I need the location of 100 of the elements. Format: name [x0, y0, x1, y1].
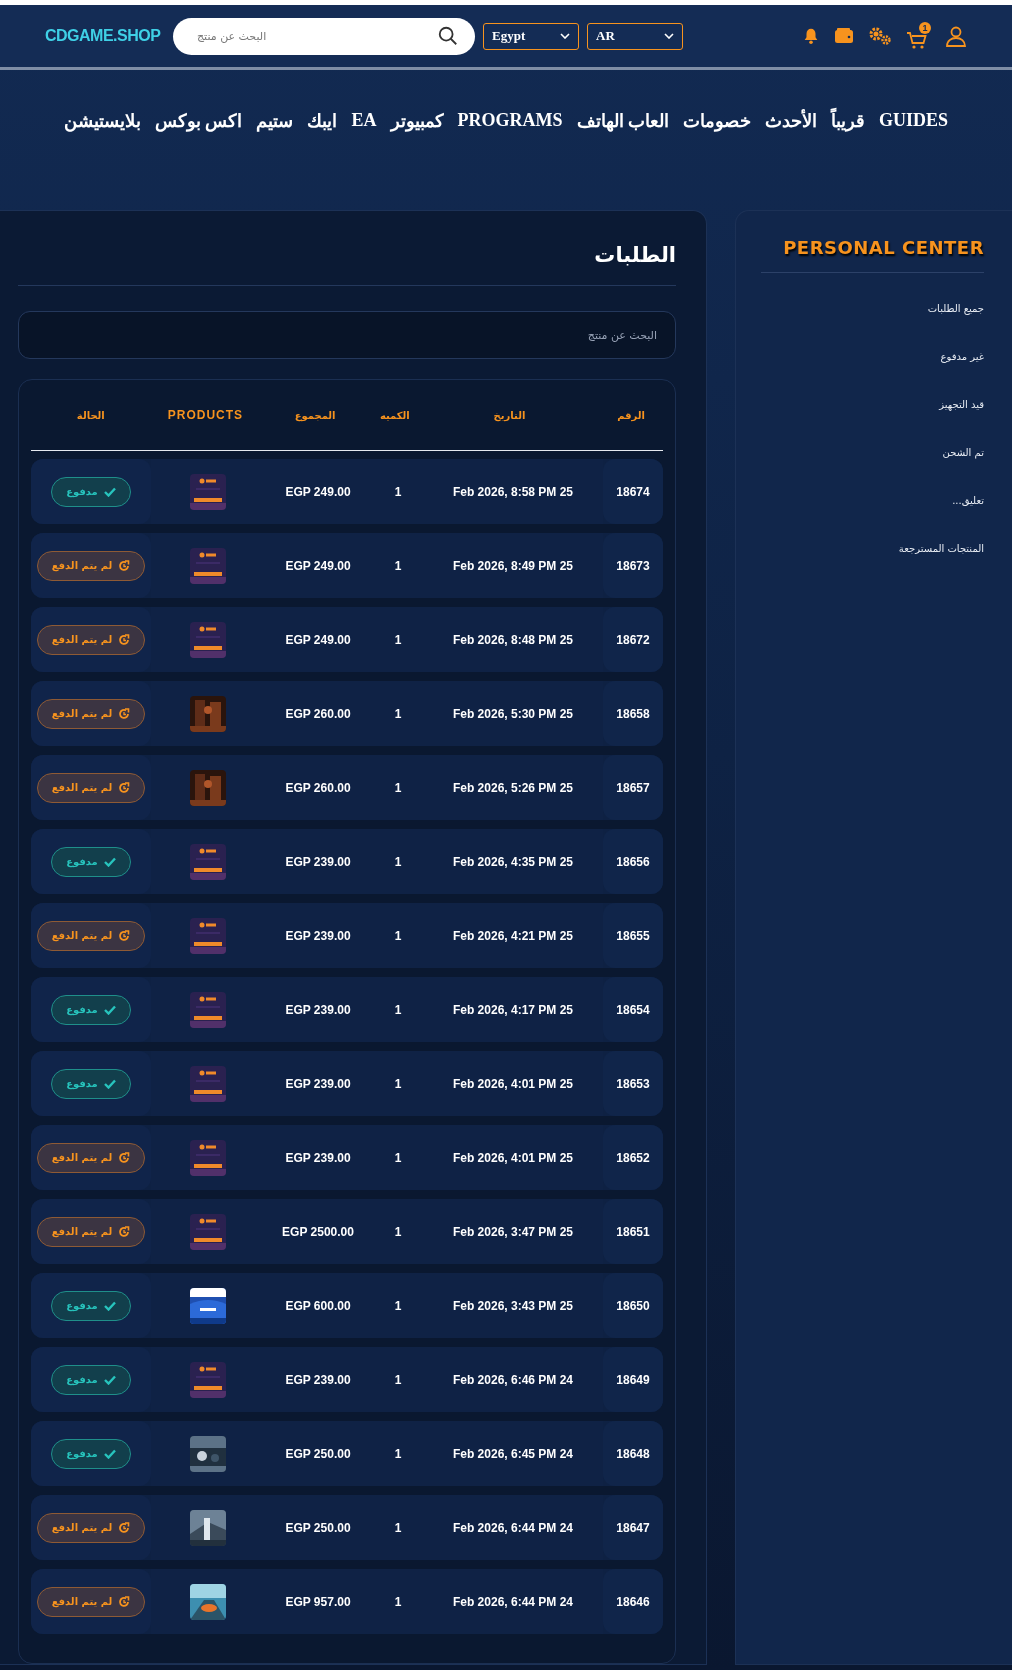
order-quantity: 1 — [393, 853, 403, 871]
order-total: EGP 250.00 — [284, 1445, 352, 1463]
refresh-icon — [118, 633, 131, 646]
column-header: التاريخ — [492, 409, 527, 421]
user-icon[interactable] — [945, 25, 967, 47]
order-date: Feb 2026, 4:21 PM 25 — [451, 927, 575, 945]
check-icon — [103, 1300, 116, 1311]
order-total: EGP 249.00 — [284, 557, 352, 575]
search-field[interactable]: البحث عن منتج — [173, 17, 475, 55]
order-number: 18647 — [603, 1495, 663, 1560]
order-date: Feb 2026, 5:30 PM 25 — [451, 705, 575, 723]
status-badge: لم يتم الدفع — [36, 624, 146, 655]
order-quantity: 1 — [393, 557, 403, 575]
status-badge: لم يتم الدفع — [36, 1142, 146, 1173]
order-total: EGP 260.00 — [284, 705, 352, 723]
logo[interactable]: CDGAME.SHOP — [45, 27, 163, 45]
order-total: EGP 249.00 — [284, 631, 352, 649]
nav-link[interactable]: خصومات — [683, 110, 751, 132]
cart-button[interactable]: 1 — [906, 21, 931, 51]
order-date: Feb 2026, 8:48 PM 25 — [451, 631, 575, 649]
nav-link[interactable]: بلايستيشن — [64, 110, 141, 132]
page-title: الطلبات — [18, 211, 676, 286]
order-number: 18653 — [603, 1051, 663, 1116]
status-badge: مدفوع — [51, 1068, 131, 1099]
nav-link[interactable]: ايبك — [307, 110, 338, 132]
order-quantity: 1 — [393, 927, 403, 945]
refresh-icon — [118, 559, 131, 572]
bell-icon[interactable] — [802, 27, 820, 45]
order-number: 18673 — [603, 533, 663, 598]
status-badge: لم يتم الدفع — [36, 1586, 146, 1617]
sidebar-link[interactable]: جميع الطلبات — [927, 303, 984, 315]
check-icon — [103, 856, 116, 867]
nav-link[interactable]: قريباً — [831, 110, 865, 132]
order-number: 18657 — [603, 755, 663, 820]
nav-link[interactable]: ستيم — [256, 110, 294, 132]
status-badge: لم يتم الدفع — [36, 550, 146, 581]
order-total: EGP 600.00 — [284, 1297, 352, 1315]
order-total: EGP 239.00 — [284, 1371, 352, 1389]
sidebar-link[interactable]: تم الشحن — [942, 447, 984, 459]
order-number: 18654 — [603, 977, 663, 1042]
status-badge: لم يتم الدفع — [36, 920, 146, 951]
order-date: Feb 2026, 4:17 PM 25 — [451, 1001, 575, 1019]
nav-link[interactable]: الأحدث — [765, 110, 817, 132]
chevron-icon — [560, 33, 570, 39]
refresh-icon — [118, 1595, 131, 1608]
sidebar-link[interactable]: المنتجات المسترجعة — [898, 543, 984, 555]
order-total: EGP 239.00 — [284, 927, 352, 945]
country-select[interactable]: Egypt — [483, 22, 579, 50]
status-badge: مدفوع — [51, 1290, 131, 1321]
order-total: EGP 260.00 — [284, 779, 352, 797]
nav-link[interactable]: اكس بوكس — [155, 110, 243, 132]
status-badge: لم يتم الدفع — [36, 772, 146, 803]
order-number: 18674 — [603, 459, 663, 524]
order-number: 18658 — [603, 681, 663, 746]
column-header: المجموع — [293, 409, 337, 421]
wallet-icon[interactable] — [834, 27, 854, 45]
order-date: Feb 2026, 4:01 PM 25 — [451, 1149, 575, 1167]
order-date: Feb 2026, 3:47 PM 25 — [451, 1223, 575, 1241]
order-date: Feb 2026, 6:46 PM 24 — [451, 1371, 575, 1389]
order-total: EGP 957.00 — [284, 1593, 352, 1611]
order-quantity: 1 — [393, 483, 403, 501]
order-quantity: 1 — [393, 1445, 403, 1463]
order-date: Feb 2026, 6:44 PM 24 — [451, 1519, 575, 1537]
order-total: EGP 239.00 — [284, 853, 352, 871]
nav-link[interactable]: كمبيوتر — [390, 110, 444, 132]
search-icon[interactable] — [437, 24, 459, 47]
column-header: الرقم — [616, 409, 646, 421]
cart-count-badge: 1 — [919, 21, 931, 34]
gears-icon[interactable] — [868, 26, 892, 46]
check-icon — [103, 1374, 116, 1385]
order-quantity: 1 — [393, 1223, 403, 1241]
nav-link[interactable]: GUIDES — [879, 110, 949, 132]
nav-link[interactable]: العاب الهاتف — [576, 110, 669, 132]
sidebar-link[interactable]: تعليق... — [952, 495, 984, 507]
order-quantity: 1 — [393, 631, 403, 649]
language-select[interactable]: AR — [587, 22, 683, 50]
nav-link[interactable]: EA — [351, 110, 377, 132]
order-number: 18650 — [603, 1273, 663, 1338]
column-header: PRODUCTS — [166, 408, 245, 422]
sidebar-link[interactable]: قيد التجهيز — [939, 399, 984, 411]
status-badge: مدفوع — [51, 994, 131, 1025]
order-date: Feb 2026, 8:49 PM 25 — [451, 557, 575, 575]
search-field[interactable]: البحث عن منتج — [18, 311, 676, 359]
sidebar-title: PERSONAL CENTER — [783, 237, 984, 258]
nav-link[interactable]: PROGRAMS — [457, 110, 563, 132]
status-badge: مدفوع — [51, 846, 131, 877]
order-number: 18672 — [603, 607, 663, 672]
refresh-icon — [118, 781, 131, 794]
sidebar-link[interactable]: غير مدفوع — [940, 351, 984, 363]
order-total: EGP 2500.00 — [281, 1223, 355, 1241]
order-total: EGP 250.00 — [284, 1519, 352, 1537]
order-number: 18646 — [603, 1569, 663, 1634]
order-date: Feb 2026, 5:26 PM 25 — [451, 779, 575, 797]
status-badge: مدفوع — [51, 1438, 131, 1469]
check-icon — [103, 1448, 116, 1459]
refresh-icon — [118, 707, 131, 720]
refresh-icon — [118, 1225, 131, 1238]
column-header: الحالة — [75, 409, 106, 421]
status-badge: لم يتم الدفع — [36, 1216, 146, 1247]
order-date: Feb 2026, 4:01 PM 25 — [451, 1075, 575, 1093]
